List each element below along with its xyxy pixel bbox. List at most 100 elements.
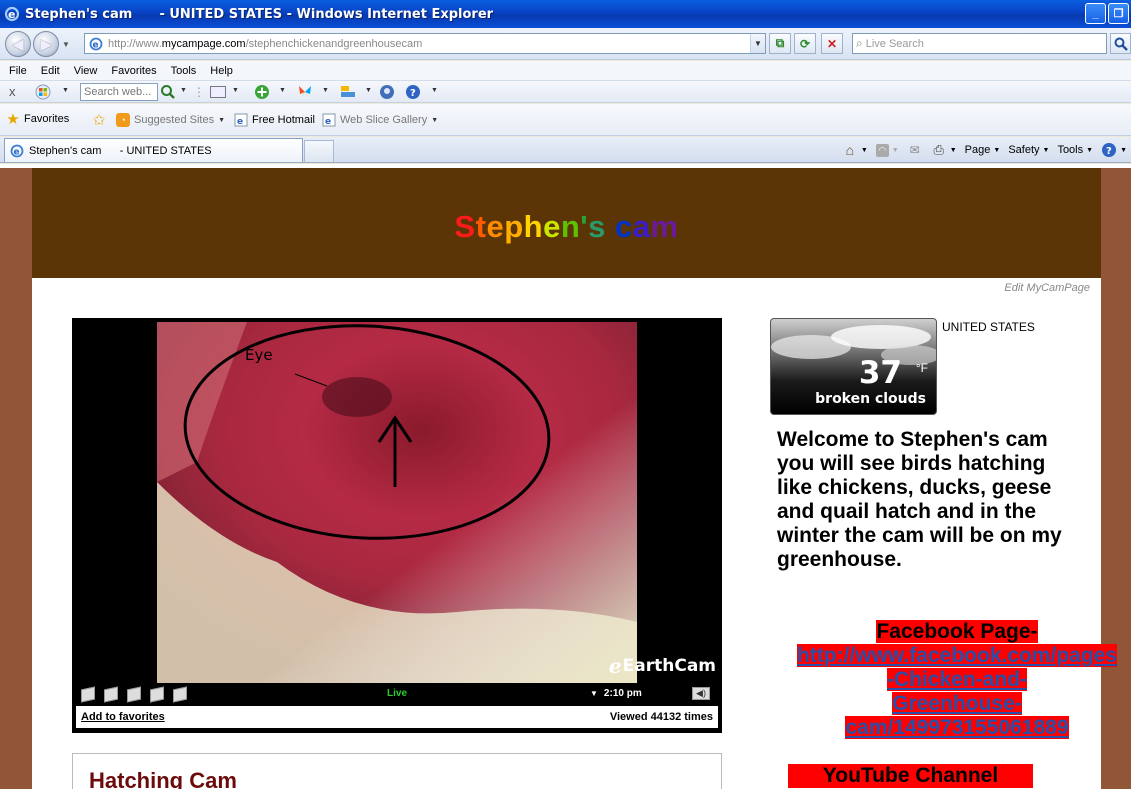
weather-condition: broken clouds — [815, 391, 926, 407]
facebook-url-line-3[interactable]: Greenhouse- — [892, 692, 1022, 715]
facebook-url-line-2[interactable]: -Chicken-and- — [886, 668, 1027, 691]
tools-menu-button[interactable]: Tools ▼ — [1057, 144, 1093, 156]
add-icon[interactable] — [254, 84, 270, 100]
facebook-label: Facebook Page- — [876, 620, 1038, 643]
window-icon[interactable] — [210, 86, 226, 98]
highlighter-icon[interactable] — [341, 86, 357, 98]
page-menu-button[interactable]: Page ▼ — [965, 144, 1001, 156]
menu-edit[interactable]: Edit — [41, 65, 60, 77]
menu-favorites[interactable]: Favorites — [111, 65, 156, 77]
site-title-letter: s — [588, 209, 606, 244]
site-title-letter: a — [632, 209, 651, 244]
page-viewport: Stephen's cam Edit MyCamPage Eye ℯ Earth… — [0, 164, 1131, 789]
site-header: Stephen's cam — [32, 168, 1101, 278]
compatibility-view-button[interactable]: ⧉ — [769, 33, 791, 54]
star-icon: ★ — [6, 111, 20, 128]
highlighter-dropdown-icon[interactable]: ▼ — [365, 87, 372, 94]
address-bar[interactable]: e http://www.mycampage.com/stephenchicke… — [84, 33, 766, 54]
add-to-favorites-link[interactable]: Add to favorites — [81, 711, 165, 723]
safety-menu-button[interactable]: Safety ▼ — [1008, 144, 1049, 156]
menu-file[interactable]: File — [9, 65, 27, 77]
history-dropdown-icon[interactable]: ▼ — [62, 40, 70, 49]
add-to-favorites-bar-button[interactable]: ✩ — [92, 112, 110, 129]
msn-icon[interactable] — [35, 84, 51, 100]
volume-icon[interactable]: ◀) — [692, 687, 710, 700]
print-button[interactable]: ⎙ ▼ — [931, 142, 957, 158]
time-dropdown-icon[interactable]: ▼ — [590, 689, 598, 698]
chevron-down-icon: ▼ — [1086, 146, 1094, 154]
messenger-icon[interactable] — [379, 84, 395, 100]
share-icon[interactable] — [127, 686, 141, 702]
archive-icon[interactable] — [150, 686, 164, 702]
help-icon[interactable]: ? — [405, 84, 421, 100]
svg-text:e: e — [325, 117, 331, 127]
email-icon[interactable] — [104, 686, 118, 702]
svg-text:e: e — [93, 40, 99, 50]
add-favorite-star-icon: ✩ — [92, 112, 106, 129]
chevron-down-icon: ▼ — [993, 146, 1001, 154]
toolbar-search-input[interactable]: Search web... — [80, 83, 158, 101]
chevron-down-icon: ▼ — [949, 146, 957, 154]
restore-button[interactable]: ❐ — [1108, 3, 1129, 24]
youtube-channel-label[interactable]: YouTube Channel — [788, 764, 1033, 788]
edit-mycampage-link[interactable]: Edit MyCamPage — [1004, 282, 1090, 294]
menu-help[interactable]: Help — [210, 65, 233, 77]
help-menu-button[interactable]: ? ▼ — [1101, 142, 1127, 158]
stop-button[interactable]: ✕ — [821, 33, 843, 54]
add-dropdown-icon[interactable]: ▼ — [279, 87, 286, 94]
forward-arrow-icon: ▶ — [40, 35, 52, 52]
favorites-item-free-hotmail[interactable]: e Free Hotmail — [234, 113, 315, 127]
new-tab-button[interactable] — [304, 140, 334, 162]
home-icon: ⌂ — [845, 142, 855, 158]
webcam-image[interactable]: Eye — [157, 322, 637, 683]
menu-view[interactable]: View — [74, 65, 98, 77]
toolbar-search-icon[interactable] — [160, 84, 176, 100]
address-url[interactable]: http://www.mycampage.com/stephenchickena… — [108, 38, 422, 50]
search-button[interactable] — [1110, 33, 1131, 54]
read-mail-button[interactable]: ✉ — [907, 142, 923, 158]
mail-icon: ✉ — [909, 143, 920, 157]
window-dropdown-icon[interactable]: ▼ — [232, 87, 239, 94]
toolbar-search-dropdown-icon[interactable]: ▼ — [180, 87, 187, 94]
facebook-url-line-4[interactable]: cam/149973155061889 — [845, 716, 1069, 739]
favorites-item-web-slice-gallery[interactable]: e Web Slice Gallery ▼ — [322, 113, 438, 127]
toolbar-separator-icon: ⋮ — [193, 85, 205, 99]
site-title-letter: n — [560, 209, 581, 244]
ie-page-icon: e — [322, 113, 336, 127]
back-button[interactable]: ◀ — [5, 31, 31, 57]
close-toolbar-icon[interactable]: x — [9, 84, 16, 99]
butterfly-icon[interactable] — [297, 84, 313, 100]
facebook-url-line-1[interactable]: http://www.facebook.com/pages — [796, 644, 1118, 667]
fullscreen-icon[interactable] — [173, 686, 187, 702]
weather-widget[interactable]: 37 °F broken clouds — [770, 318, 937, 415]
home-button[interactable]: ⌂ ▼ — [842, 142, 868, 158]
view-count: Viewed 44132 times — [609, 711, 713, 723]
refresh-button[interactable]: ⟳ — [794, 33, 816, 54]
svg-text:e: e — [8, 8, 15, 21]
page-content: Stephen's cam Edit MyCamPage Eye ℯ Earth… — [32, 168, 1118, 789]
command-bar: ⌂ ▼ ◠ ▼ ✉ ⎙ ▼ Page ▼ Safety ▼ Tools ▼ ? ▼ — [838, 139, 1131, 161]
forward-button[interactable]: ▶ — [33, 31, 59, 57]
favorites-bar: ★ Favorites ✩ ◔ Suggested Sites ▼ e Free… — [0, 104, 1131, 136]
tab-stephens-cam[interactable]: e Stephen's cam - UNITED STATES — [4, 138, 303, 162]
feeds-button[interactable]: ◠ ▼ — [875, 143, 899, 157]
minimize-button[interactable]: _ — [1085, 3, 1106, 24]
location-label: UNITED STATES — [942, 320, 1035, 334]
favorites-item-suggested-sites[interactable]: ◔ Suggested Sites ▼ — [116, 113, 225, 127]
facebook-block: Facebook Page- http://www.facebook.com/p… — [777, 620, 1131, 740]
msn-dropdown-icon[interactable]: ▼ — [62, 87, 69, 94]
help-dropdown-icon[interactable]: ▼ — [431, 87, 438, 94]
favorites-button[interactable]: ★ Favorites — [6, 111, 69, 128]
title-bar: e Stephen's cam - UNITED STATES - Window… — [0, 0, 1131, 28]
butterfly-dropdown-icon[interactable]: ▼ — [322, 87, 329, 94]
live-search-input[interactable]: ⌕ Live Search — [852, 33, 1107, 54]
snapshot-icon[interactable] — [81, 686, 95, 702]
webcam-footer: Add to favorites Viewed 44132 times — [76, 706, 718, 728]
svg-text:e: e — [14, 147, 20, 157]
site-title-letter: c — [615, 209, 633, 244]
menu-tools[interactable]: Tools — [171, 65, 197, 77]
annotation-eye-label: Eye — [245, 346, 273, 364]
webcam-player: Eye ℯ EarthCam Live ▼ 2:10 pm ◀) Add to f… — [72, 318, 722, 733]
address-dropdown-icon[interactable]: ▼ — [750, 34, 765, 53]
svg-text:?: ? — [410, 88, 416, 99]
